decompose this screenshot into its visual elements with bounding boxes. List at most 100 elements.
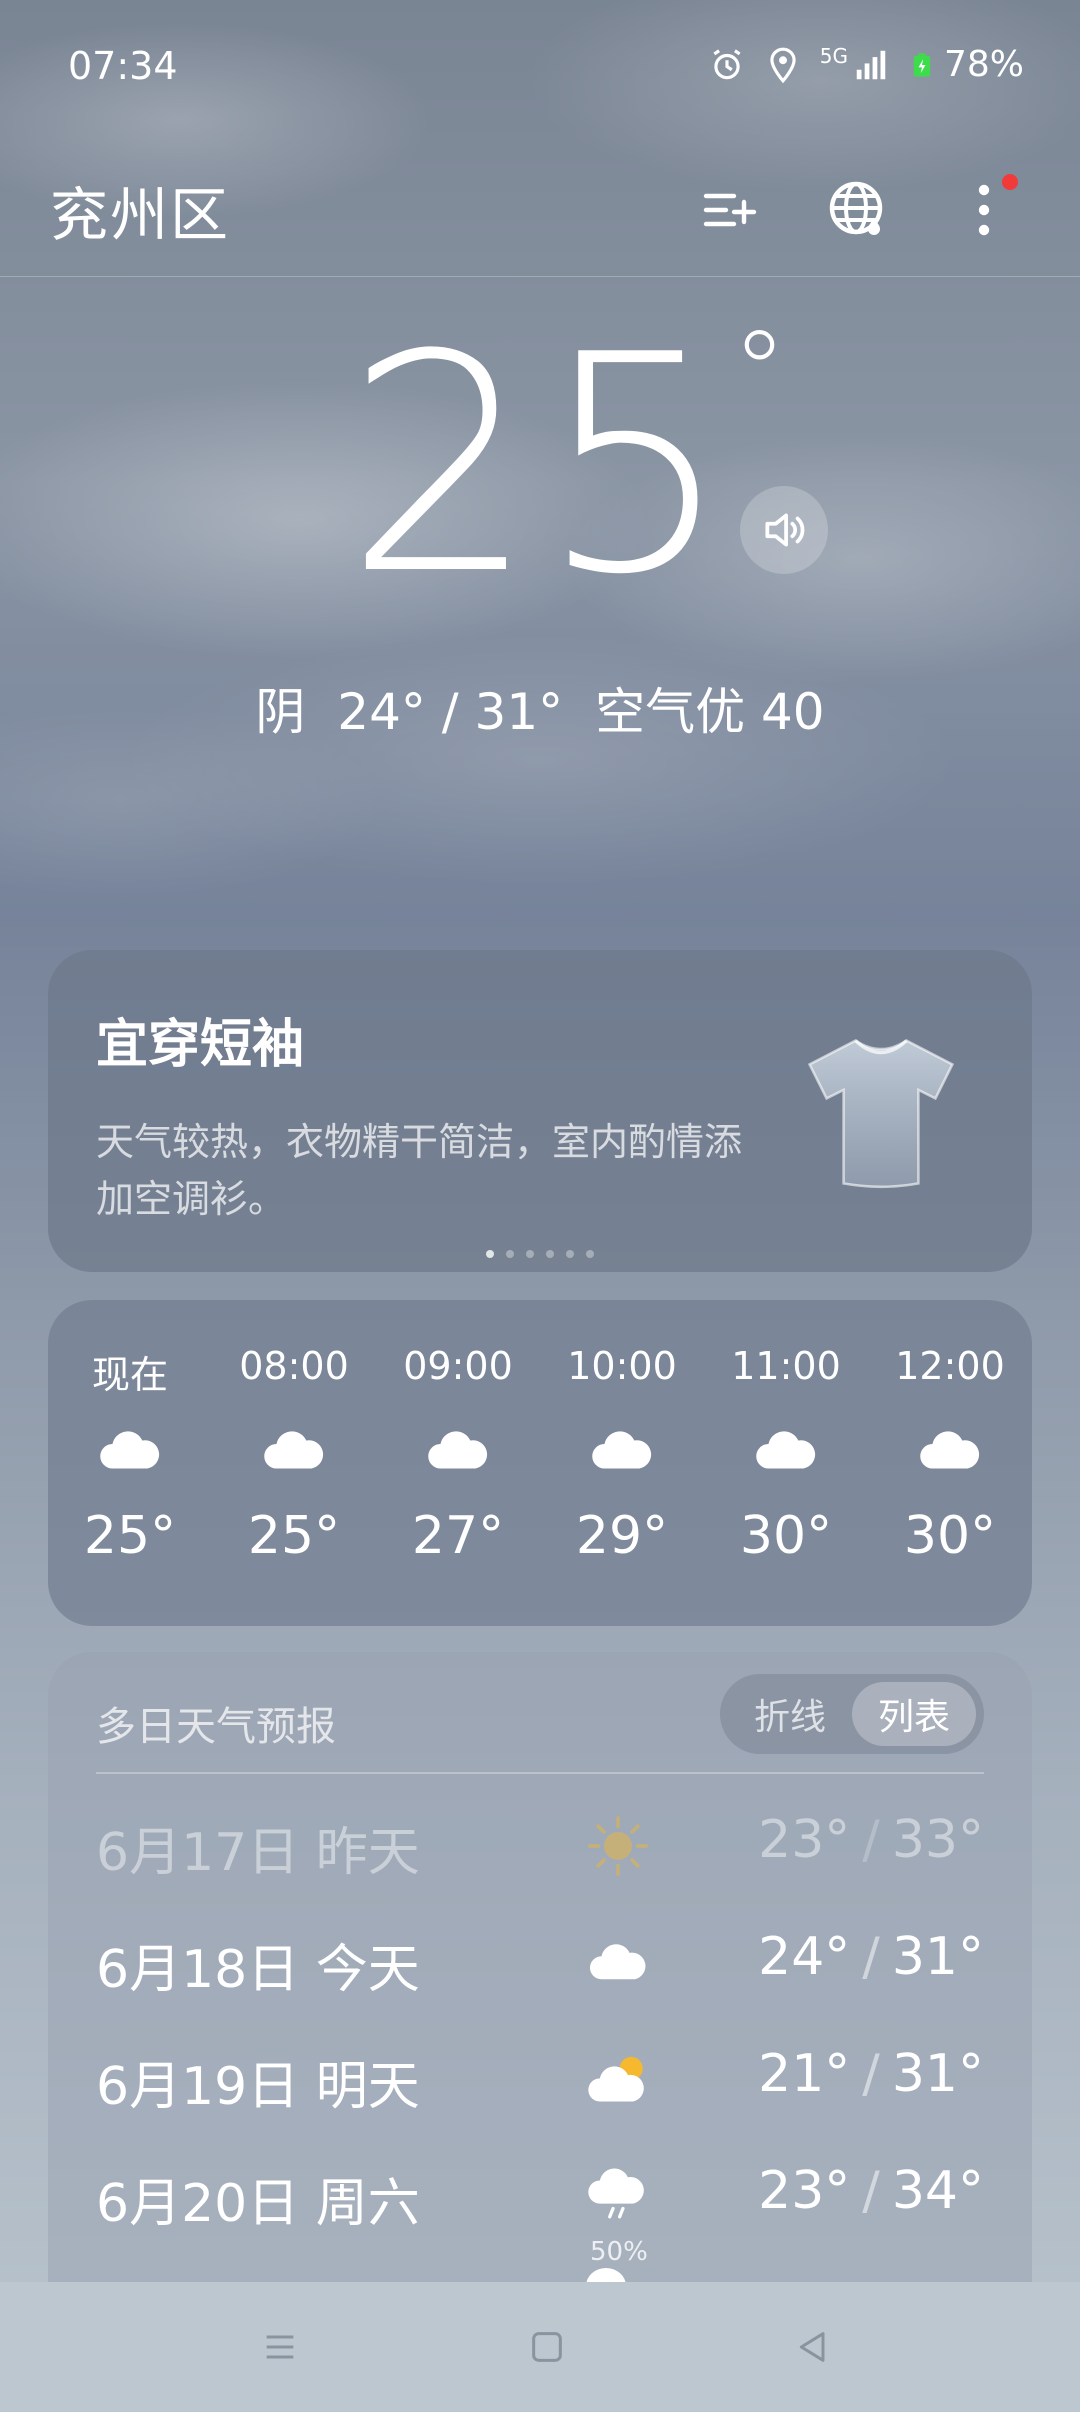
hourly-item: 08:00 25° — [212, 1344, 376, 1566]
daily-range: 23°/34° — [758, 2161, 984, 2221]
current-temp-value: 25 — [345, 291, 735, 640]
notification-dot — [1002, 174, 1018, 190]
globe-icon — [829, 181, 883, 235]
system-nav-bar — [0, 2282, 1080, 2412]
hour-temp: 25° — [83, 1506, 177, 1566]
hour-label: 11:00 — [731, 1344, 841, 1388]
more-menu-button[interactable] — [944, 170, 1024, 250]
sunny-icon — [588, 1816, 648, 1876]
cloudy-icon — [920, 1431, 980, 1469]
daily-date: 6月18日 今天 — [96, 1940, 420, 2000]
back-triangle-icon — [799, 2332, 825, 2362]
daily-low: 23° — [758, 2161, 851, 2221]
hour-temp: 30° — [739, 1506, 833, 1566]
hour-icon — [751, 1396, 821, 1506]
back-button[interactable] — [778, 2312, 848, 2382]
degree-symbol: ° — [732, 307, 791, 435]
daily-low: 23° — [758, 1810, 851, 1870]
speaker-icon — [765, 513, 805, 547]
list-add-icon — [703, 193, 757, 227]
square-icon — [532, 2332, 562, 2362]
toggle-line-option[interactable]: 折线 — [728, 1682, 852, 1746]
temp-range: 24° / 31° — [337, 683, 564, 741]
hourly-list: 现在 25° 08:00 25° 09:00 27° 10:00 29° 11:00 3… — [48, 1344, 1032, 1566]
status-time: 07:34 — [68, 44, 178, 88]
recent-apps-button[interactable] — [245, 2312, 315, 2382]
condition-text: 阴 — [255, 683, 306, 741]
daily-low: 21° — [758, 2044, 851, 2104]
weather-summary: 阴 24° / 31° 空气优 40 — [0, 672, 1080, 744]
daily-high: 33° — [891, 1810, 984, 1870]
divider — [96, 1772, 984, 1774]
daily-icon — [576, 1921, 660, 2005]
air-quality[interactable]: 空气优 40 — [595, 683, 825, 741]
hour-icon — [423, 1396, 493, 1506]
daily-date: 6月19日 明天 — [96, 2057, 420, 2117]
current-temperature: 25 ° — [0, 316, 1080, 616]
daily-low: 24° — [758, 1927, 851, 1987]
daily-high: 31° — [891, 1927, 984, 1987]
home-button[interactable] — [512, 2312, 582, 2382]
daily-range: 21°/31° — [758, 2044, 984, 2104]
cloudy-icon — [589, 1944, 646, 1980]
daily-date: 6月20日 周六 — [96, 2174, 420, 2234]
toggle-list-option[interactable]: 列表 — [852, 1682, 976, 1746]
hour-icon — [587, 1396, 657, 1506]
clothing-advice-card[interactable]: 宜穿短袖 天气较热，衣物精干简洁，室内酌情添加空调衫。 — [48, 950, 1032, 1272]
hourly-item: 11:00 30° — [704, 1344, 868, 1566]
globe-button[interactable] — [818, 170, 898, 250]
alarm-icon — [713, 48, 741, 79]
voice-broadcast-button[interactable] — [740, 486, 828, 574]
hour-temp: 30° — [903, 1506, 997, 1566]
network-type: 5G — [819, 43, 848, 68]
clothing-description: 天气较热，衣物精干简洁，室内酌情添加空调衫。 — [96, 1120, 743, 1221]
hour-label: 09:00 — [403, 1344, 513, 1388]
hour-label: 现在 — [91, 1353, 168, 1397]
hourly-item: 现在 25° — [48, 1344, 212, 1566]
daily-date: 6月17日 昨天 — [96, 1823, 420, 1883]
cloudy-icon — [428, 1431, 488, 1469]
status-icons: 5G 78% — [708, 44, 1024, 85]
daily-row[interactable]: 6月19日 明天 21°/31° — [96, 2022, 984, 2132]
view-toggle[interactable]: 折线 列表 — [720, 1674, 984, 1754]
hour-temp: 29° — [575, 1506, 669, 1566]
daily-icon — [576, 2038, 660, 2122]
add-city-button[interactable] — [690, 170, 770, 250]
daily-row[interactable]: 6月20日 周六 50% 23°/34° — [96, 2139, 984, 2267]
tshirt-icon — [807, 1039, 955, 1189]
hour-icon — [95, 1396, 165, 1506]
daily-icon — [576, 2155, 660, 2239]
daily-range: 24°/31° — [758, 1927, 984, 1987]
signal-icon — [856, 50, 886, 79]
hour-label: 12:00 — [895, 1344, 1005, 1388]
cloudy-icon — [756, 1431, 816, 1469]
cloudy-icon — [592, 1431, 652, 1469]
hour-temp: 27° — [411, 1506, 505, 1566]
partly-cloudy-icon — [588, 2056, 644, 2102]
hourly-item: 10:00 29° — [540, 1344, 704, 1566]
city-name[interactable]: 兖州区 — [50, 168, 230, 252]
hour-icon — [259, 1396, 329, 1506]
daily-forecast-card: 多日天气预报 折线 列表 6月17日 昨天 23°/33° 6月18日 今天 24… — [48, 1652, 1032, 2292]
cloudy-icon — [264, 1431, 324, 1469]
daily-icon — [576, 1804, 660, 1888]
hourly-forecast-card[interactable]: 现在 25° 08:00 25° 09:00 27° 10:00 29° 11:00 3… — [48, 1300, 1032, 1626]
hourly-item: 12:00 30° — [868, 1344, 1032, 1566]
clothing-title: 宜穿短袖 — [96, 1015, 305, 1075]
daily-row[interactable]: 6月18日 今天 24°/31° — [96, 1905, 984, 2015]
battery-charging-icon — [913, 52, 931, 77]
card-pager — [48, 1250, 1032, 1258]
daily-high: 31° — [891, 2044, 984, 2104]
daily-range: 23°/33° — [758, 1810, 984, 1870]
rain-icon — [588, 2168, 644, 2219]
location-icon — [770, 47, 796, 83]
battery-percent: 78% — [943, 44, 1024, 85]
status-bar: 07:34 5G 78% — [0, 0, 1080, 140]
daily-high: 34° — [891, 2161, 984, 2221]
menu-icon — [266, 2335, 294, 2359]
hour-temp: 25° — [247, 1506, 341, 1566]
hour-label: 10:00 — [567, 1344, 677, 1388]
cloudy-icon — [100, 1431, 160, 1469]
hourly-item: 09:00 27° — [376, 1344, 540, 1566]
daily-row[interactable]: 6月17日 昨天 23°/33° — [96, 1788, 984, 1898]
